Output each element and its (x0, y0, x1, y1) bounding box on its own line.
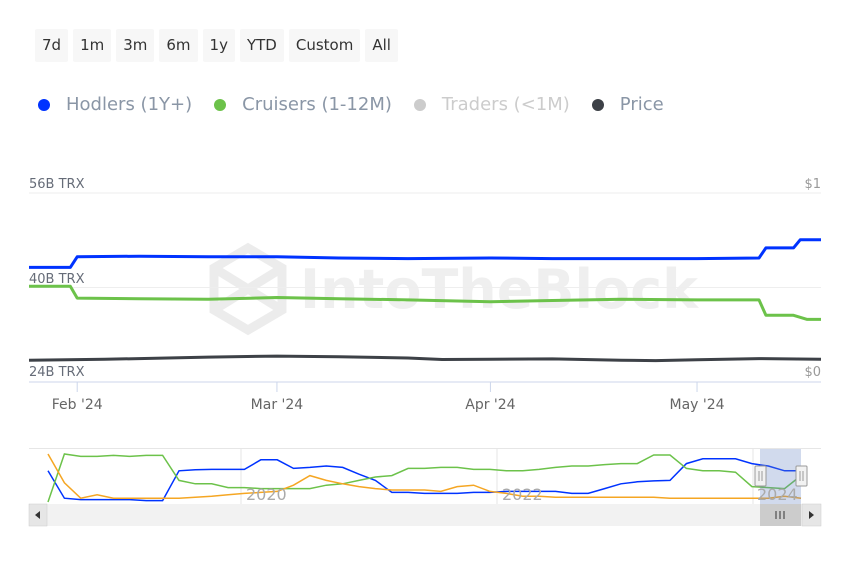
navigator-line-hodlers (47, 458, 801, 502)
navigator-label-2024: 2024 (757, 485, 798, 504)
y-tick-24b: 24B TRX (29, 365, 85, 380)
navigator-label-2020: 2020 (246, 485, 287, 504)
navigator: 2020 2022 2024 (29, 448, 821, 504)
scrollbar-track[interactable] (29, 504, 821, 526)
navigator-line-traders (47, 453, 802, 500)
navigator-left-handle[interactable] (754, 465, 767, 487)
scrollbar[interactable] (28, 503, 822, 527)
watermark-text: IntoTheBlock (300, 258, 699, 321)
series-line-price[interactable] (28, 354, 822, 363)
y-tick-40b: 40B TRX (29, 272, 85, 287)
chart-svg: IntoTheBlock 56B TRX 40B TRX 24B TRX $1 … (28, 177, 822, 527)
x-tick-label: Apr '24 (465, 397, 515, 413)
navigator-grid (240, 449, 754, 504)
watermark-logo-icon (209, 242, 287, 336)
navigator-series (47, 453, 802, 503)
series-group (28, 238, 822, 363)
x-tick-label: May '24 (670, 397, 725, 413)
x-tick-label: Mar '24 (251, 397, 304, 413)
navigator-line-cruisers (47, 453, 802, 503)
navigator-right-handle[interactable] (795, 465, 808, 487)
y-tick-56b: 56B TRX (29, 177, 85, 192)
x-ticks: Feb '24 Mar '24 Apr '24 May '24 (52, 382, 725, 413)
navigator-label-2022: 2022 (502, 485, 543, 504)
x-tick-label: Feb '24 (52, 397, 103, 413)
y-right-tick-0: $0 (804, 365, 821, 380)
y-right-tick-1: $1 (804, 177, 821, 192)
watermark: IntoTheBlock (209, 242, 699, 336)
